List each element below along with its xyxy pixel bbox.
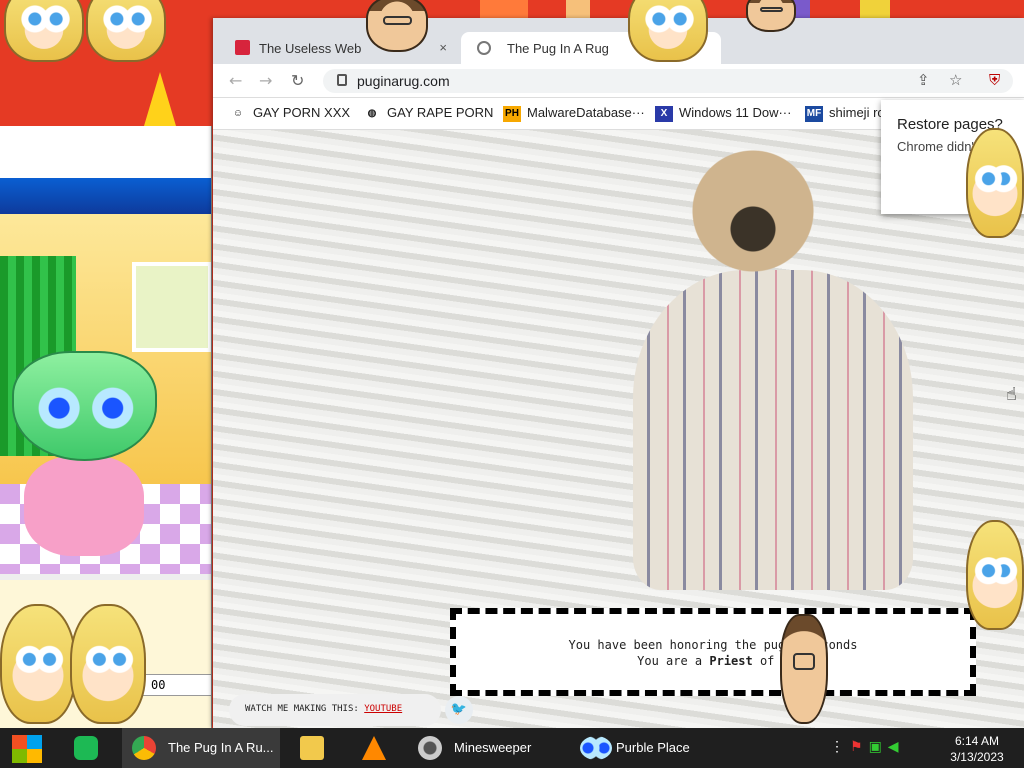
star-butterfly-sprite[interactable] — [0, 604, 76, 724]
watch-me-banner: WATCH ME MAKING THIS: YOUTUBE — [229, 694, 441, 726]
honor-seconds-text: You have been honoring the pug f seconds — [568, 638, 858, 652]
start-button[interactable] — [0, 728, 54, 768]
purble-top-bar — [0, 178, 211, 214]
tab-strip: The Useless Web × The Pug In A Rug — [213, 18, 1024, 64]
taskbar-file-explorer[interactable] — [290, 728, 336, 768]
purble-body — [24, 456, 144, 556]
bookmark-item[interactable]: X Windows 11 Dow··· — [655, 105, 791, 122]
clock-time: 6:14 AM — [954, 734, 1000, 748]
bookmark-item[interactable]: ☺ GAY PORN XXX — [229, 105, 350, 122]
clock-date: 3/13/2023 — [950, 750, 1004, 764]
star-butterfly-sprite[interactable] — [4, 0, 84, 62]
pug-image — [663, 130, 843, 310]
twitter-icon[interactable]: 🐦 — [445, 696, 473, 724]
room-window — [132, 262, 211, 352]
ph-icon: PH — [503, 105, 521, 122]
desktop: 00 The Useless Web × The Pug In A Rug ← … — [0, 0, 1024, 728]
tab-title: The Pug In A Rug — [507, 41, 609, 56]
system-tray[interactable]: ⋮⚑▣◀ — [830, 728, 940, 768]
windows-logo-icon — [12, 735, 42, 763]
url-field[interactable]: puginarug.com — [323, 69, 1013, 93]
eyes-icon — [580, 736, 612, 760]
taskbar-app-label: Purble Place — [616, 740, 690, 755]
hank-hill-sprite[interactable] — [746, 0, 796, 32]
forward-icon[interactable]: → — [259, 71, 279, 90]
useless-web-favicon — [235, 40, 250, 55]
youtube-link[interactable]: YOUTUBE — [364, 704, 402, 714]
taskbar-vlc[interactable] — [350, 728, 396, 768]
taskbar-app-label: The Pug In A Ru... — [168, 740, 274, 755]
bookmark-label: MalwareDatabase··· — [527, 105, 645, 120]
star-butterfly-sprite[interactable] — [86, 0, 166, 62]
page-content[interactable]: You have been honoring the pug f seconds… — [213, 130, 1024, 728]
mf-icon: MF — [805, 105, 823, 122]
taskbar-app-label: Minesweeper — [454, 740, 532, 755]
vlc-icon — [362, 736, 386, 760]
taskbar-purble-place[interactable]: Purble Place — [570, 728, 730, 768]
bookmark-label: Windows 11 Dow··· — [679, 105, 792, 120]
watch-label: WATCH ME MAKING THIS: — [245, 704, 365, 714]
globe-icon — [477, 41, 491, 55]
spotify-icon — [74, 736, 98, 760]
overflow-icon[interactable]: ⋮ — [830, 738, 850, 754]
x-icon: X — [655, 105, 673, 122]
mouse-cursor-icon: ☝ — [1006, 384, 1017, 405]
taskbar-chrome[interactable]: The Pug In A Ru... — [122, 728, 280, 768]
hank-hill-sprite[interactable] — [366, 0, 428, 52]
star-icon[interactable]: ☆ — [949, 71, 962, 89]
star-butterfly-sprite[interactable] — [628, 0, 708, 62]
back-icon[interactable]: ← — [229, 71, 249, 90]
honor-counter-box: You have been honoring the pug f seconds… — [450, 608, 976, 696]
bookmark-item[interactable]: ◍ GAY RAPE PORN — [363, 105, 494, 122]
globe-icon: ◍ — [367, 107, 377, 119]
user-icon: ☺ — [232, 107, 244, 119]
rug-blanket — [633, 270, 913, 590]
star-butterfly-sprite[interactable] — [70, 604, 146, 724]
reload-icon[interactable]: ↻ — [291, 71, 311, 90]
bookmark-label: GAY PORN XXX — [253, 105, 351, 120]
taskbar-minesweeper[interactable]: Minesweeper — [408, 728, 568, 768]
taskbar: The Pug In A Ru... Minesweeper Purble Pl… — [0, 728, 1024, 768]
bookmark-label: shimeji ro — [829, 105, 885, 120]
bookmark-item[interactable]: PH MalwareDatabase··· — [503, 105, 645, 122]
clock[interactable]: 6:14 AM 3/13/2023 — [930, 728, 1024, 768]
honor-rank: Priest — [709, 654, 753, 668]
url-text: puginarug.com — [357, 73, 450, 89]
chrome-window[interactable]: The Useless Web × The Pug In A Rug ← → ↻… — [213, 18, 1024, 728]
honor-rank-line: You are a Priest of p — [456, 654, 970, 668]
network-icon[interactable]: ▣ — [869, 738, 888, 754]
share-icon[interactable]: ⇪ — [917, 71, 930, 89]
honor-rank-prefix: You are a — [637, 654, 710, 668]
chrome-icon — [132, 736, 156, 760]
purble-face-character[interactable] — [12, 351, 157, 461]
address-bar: ← → ↻ puginarug.com ⇪ ☆ ⛨ — [213, 64, 1024, 98]
lock-icon[interactable] — [337, 74, 347, 86]
tab-title: The Useless Web — [259, 41, 362, 56]
star-butterfly-sprite[interactable] — [966, 128, 1024, 238]
hank-hill-sprite[interactable] — [780, 614, 828, 724]
mine-icon — [418, 736, 442, 760]
volume-icon[interactable]: ◀ — [888, 738, 905, 754]
bookmark-item[interactable]: MF shimeji ro — [805, 105, 885, 122]
yellow-triangle-icon — [144, 72, 176, 126]
flag-icon[interactable]: ⚑ — [850, 738, 869, 754]
taskbar-spotify[interactable] — [64, 728, 110, 768]
ublock-icon[interactable]: ⛨ — [989, 71, 1000, 89]
close-icon[interactable]: × — [439, 40, 447, 55]
bookmark-label: GAY RAPE PORN — [387, 105, 494, 120]
explorer-icon — [300, 736, 324, 760]
star-butterfly-sprite[interactable] — [966, 520, 1024, 630]
